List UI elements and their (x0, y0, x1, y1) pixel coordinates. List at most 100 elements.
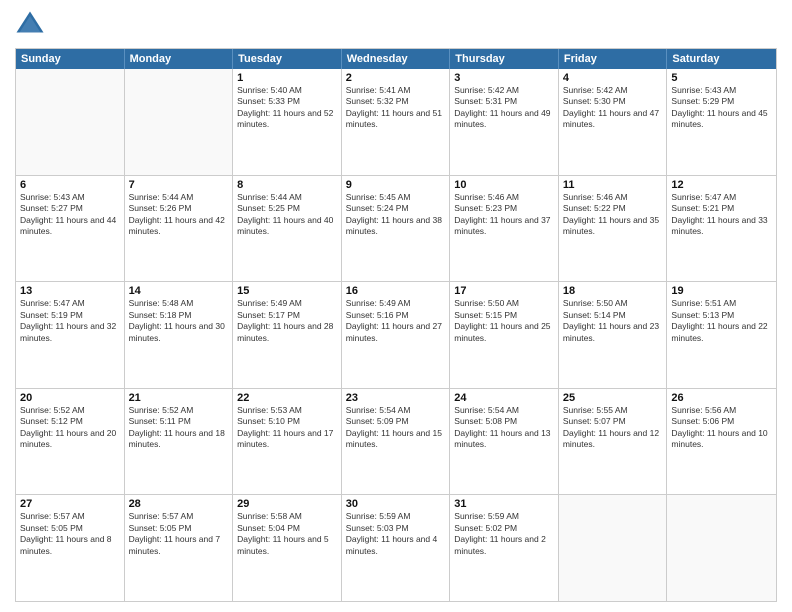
daylight-text: Daylight: 11 hours and 51 minutes. (346, 108, 446, 131)
sunset-text: Sunset: 5:26 PM (129, 203, 229, 214)
sunrise-text: Sunrise: 5:42 AM (563, 85, 663, 96)
calendar-cell: 9Sunrise: 5:45 AMSunset: 5:24 PMDaylight… (342, 176, 451, 282)
daylight-text: Daylight: 11 hours and 33 minutes. (671, 215, 772, 238)
calendar-cell: 14Sunrise: 5:48 AMSunset: 5:18 PMDayligh… (125, 282, 234, 388)
daylight-text: Daylight: 11 hours and 5 minutes. (237, 534, 337, 557)
daylight-text: Daylight: 11 hours and 27 minutes. (346, 321, 446, 344)
calendar-cell: 11Sunrise: 5:46 AMSunset: 5:22 PMDayligh… (559, 176, 668, 282)
calendar-cell: 25Sunrise: 5:55 AMSunset: 5:07 PMDayligh… (559, 389, 668, 495)
calendar-cell: 23Sunrise: 5:54 AMSunset: 5:09 PMDayligh… (342, 389, 451, 495)
sunrise-text: Sunrise: 5:52 AM (20, 405, 120, 416)
daylight-text: Daylight: 11 hours and 7 minutes. (129, 534, 229, 557)
sunrise-text: Sunrise: 5:49 AM (237, 298, 337, 309)
calendar-cell: 16Sunrise: 5:49 AMSunset: 5:16 PMDayligh… (342, 282, 451, 388)
header-day-thursday: Thursday (450, 49, 559, 69)
sunset-text: Sunset: 5:15 PM (454, 310, 554, 321)
sunset-text: Sunset: 5:13 PM (671, 310, 772, 321)
day-number: 23 (346, 392, 446, 404)
sunrise-text: Sunrise: 5:57 AM (20, 511, 120, 522)
sunrise-text: Sunrise: 5:44 AM (237, 192, 337, 203)
sunrise-text: Sunrise: 5:59 AM (346, 511, 446, 522)
day-number: 17 (454, 285, 554, 297)
sunset-text: Sunset: 5:24 PM (346, 203, 446, 214)
header-day-sunday: Sunday (16, 49, 125, 69)
calendar-cell: 24Sunrise: 5:54 AMSunset: 5:08 PMDayligh… (450, 389, 559, 495)
sunrise-text: Sunrise: 5:54 AM (454, 405, 554, 416)
day-number: 30 (346, 498, 446, 510)
sunrise-text: Sunrise: 5:47 AM (20, 298, 120, 309)
calendar-cell: 27Sunrise: 5:57 AMSunset: 5:05 PMDayligh… (16, 495, 125, 601)
calendar-cell: 28Sunrise: 5:57 AMSunset: 5:05 PMDayligh… (125, 495, 234, 601)
daylight-text: Daylight: 11 hours and 8 minutes. (20, 534, 120, 557)
sunrise-text: Sunrise: 5:48 AM (129, 298, 229, 309)
calendar-row-3: 20Sunrise: 5:52 AMSunset: 5:12 PMDayligh… (16, 388, 776, 495)
daylight-text: Daylight: 11 hours and 23 minutes. (563, 321, 663, 344)
sunset-text: Sunset: 5:21 PM (671, 203, 772, 214)
sunset-text: Sunset: 5:30 PM (563, 96, 663, 107)
daylight-text: Daylight: 11 hours and 12 minutes. (563, 428, 663, 451)
daylight-text: Daylight: 11 hours and 42 minutes. (129, 215, 229, 238)
daylight-text: Daylight: 11 hours and 45 minutes. (671, 108, 772, 131)
sunrise-text: Sunrise: 5:55 AM (563, 405, 663, 416)
sunrise-text: Sunrise: 5:56 AM (671, 405, 772, 416)
daylight-text: Daylight: 11 hours and 18 minutes. (129, 428, 229, 451)
sunrise-text: Sunrise: 5:58 AM (237, 511, 337, 522)
daylight-text: Daylight: 11 hours and 20 minutes. (20, 428, 120, 451)
sunrise-text: Sunrise: 5:44 AM (129, 192, 229, 203)
daylight-text: Daylight: 11 hours and 44 minutes. (20, 215, 120, 238)
sunrise-text: Sunrise: 5:50 AM (563, 298, 663, 309)
sunset-text: Sunset: 5:06 PM (671, 416, 772, 427)
daylight-text: Daylight: 11 hours and 30 minutes. (129, 321, 229, 344)
sunset-text: Sunset: 5:19 PM (20, 310, 120, 321)
sunset-text: Sunset: 5:32 PM (346, 96, 446, 107)
sunset-text: Sunset: 5:16 PM (346, 310, 446, 321)
header (15, 10, 777, 40)
calendar-cell: 4Sunrise: 5:42 AMSunset: 5:30 PMDaylight… (559, 69, 668, 175)
day-number: 14 (129, 285, 229, 297)
day-number: 11 (563, 179, 663, 191)
daylight-text: Daylight: 11 hours and 2 minutes. (454, 534, 554, 557)
day-number: 26 (671, 392, 772, 404)
calendar-cell: 30Sunrise: 5:59 AMSunset: 5:03 PMDayligh… (342, 495, 451, 601)
sunset-text: Sunset: 5:04 PM (237, 523, 337, 534)
logo-icon (15, 10, 45, 40)
day-number: 4 (563, 72, 663, 84)
calendar-cell (667, 495, 776, 601)
sunrise-text: Sunrise: 5:42 AM (454, 85, 554, 96)
calendar-cell: 13Sunrise: 5:47 AMSunset: 5:19 PMDayligh… (16, 282, 125, 388)
daylight-text: Daylight: 11 hours and 4 minutes. (346, 534, 446, 557)
sunrise-text: Sunrise: 5:57 AM (129, 511, 229, 522)
daylight-text: Daylight: 11 hours and 13 minutes. (454, 428, 554, 451)
daylight-text: Daylight: 11 hours and 47 minutes. (563, 108, 663, 131)
daylight-text: Daylight: 11 hours and 35 minutes. (563, 215, 663, 238)
daylight-text: Daylight: 11 hours and 49 minutes. (454, 108, 554, 131)
sunset-text: Sunset: 5:22 PM (563, 203, 663, 214)
calendar-cell: 5Sunrise: 5:43 AMSunset: 5:29 PMDaylight… (667, 69, 776, 175)
calendar-cell: 17Sunrise: 5:50 AMSunset: 5:15 PMDayligh… (450, 282, 559, 388)
sunrise-text: Sunrise: 5:54 AM (346, 405, 446, 416)
calendar-cell: 7Sunrise: 5:44 AMSunset: 5:26 PMDaylight… (125, 176, 234, 282)
day-number: 13 (20, 285, 120, 297)
sunset-text: Sunset: 5:05 PM (129, 523, 229, 534)
calendar-cell: 26Sunrise: 5:56 AMSunset: 5:06 PMDayligh… (667, 389, 776, 495)
sunset-text: Sunset: 5:14 PM (563, 310, 663, 321)
calendar-cell: 8Sunrise: 5:44 AMSunset: 5:25 PMDaylight… (233, 176, 342, 282)
header-day-saturday: Saturday (667, 49, 776, 69)
daylight-text: Daylight: 11 hours and 22 minutes. (671, 321, 772, 344)
daylight-text: Daylight: 11 hours and 52 minutes. (237, 108, 337, 131)
page: SundayMondayTuesdayWednesdayThursdayFrid… (0, 0, 792, 612)
day-number: 7 (129, 179, 229, 191)
day-number: 5 (671, 72, 772, 84)
sunset-text: Sunset: 5:02 PM (454, 523, 554, 534)
header-day-tuesday: Tuesday (233, 49, 342, 69)
calendar-cell: 12Sunrise: 5:47 AMSunset: 5:21 PMDayligh… (667, 176, 776, 282)
sunset-text: Sunset: 5:31 PM (454, 96, 554, 107)
calendar-cell: 19Sunrise: 5:51 AMSunset: 5:13 PMDayligh… (667, 282, 776, 388)
header-day-monday: Monday (125, 49, 234, 69)
day-number: 6 (20, 179, 120, 191)
sunrise-text: Sunrise: 5:46 AM (563, 192, 663, 203)
sunset-text: Sunset: 5:08 PM (454, 416, 554, 427)
day-number: 27 (20, 498, 120, 510)
sunset-text: Sunset: 5:11 PM (129, 416, 229, 427)
day-number: 19 (671, 285, 772, 297)
